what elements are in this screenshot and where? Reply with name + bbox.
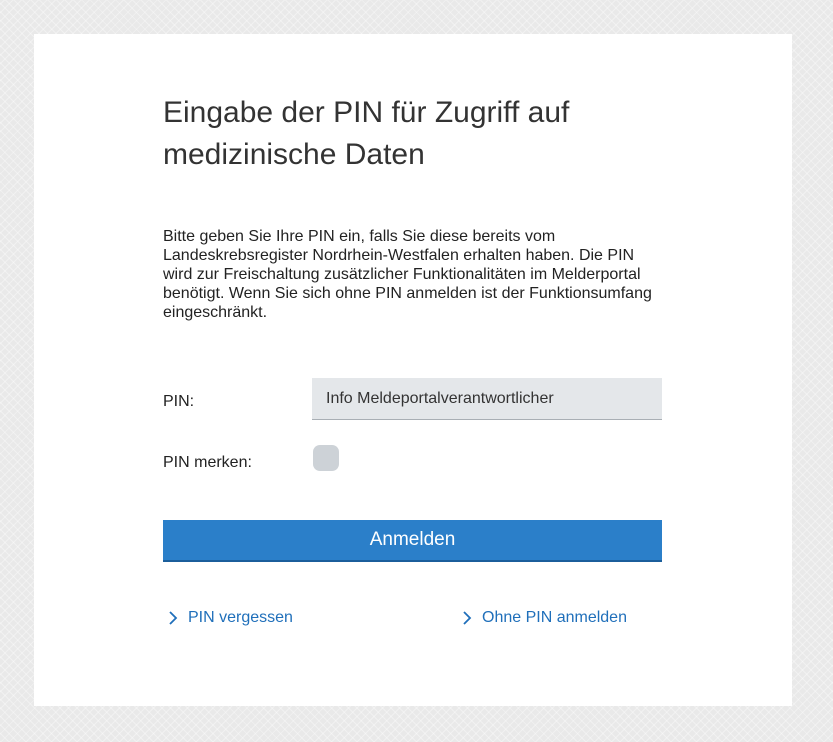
chevron-right-icon [463,611,472,625]
pin-dialog-card: Eingabe der PIN für Zugriff auf medizini… [34,34,792,706]
login-button[interactable]: Anmelden [163,520,662,562]
chevron-right-icon [169,611,178,625]
forgot-pin-link-label: PIN vergessen [188,609,293,626]
login-without-pin-link[interactable]: Ohne PIN anmelden [460,609,627,627]
login-without-pin-link-label: Ohne PIN anmelden [482,609,627,626]
pin-label: PIN: [163,393,195,410]
remember-pin-label: PIN merken: [163,454,252,471]
pin-description: Bitte geben Sie Ihre PIN ein, falls Sie … [163,228,652,321]
page-title: Eingabe der PIN für Zugriff auf medizini… [163,96,570,171]
remember-pin-checkbox[interactable] [313,445,339,471]
forgot-pin-link[interactable]: PIN vergessen [166,609,293,627]
pin-input[interactable] [312,378,662,420]
